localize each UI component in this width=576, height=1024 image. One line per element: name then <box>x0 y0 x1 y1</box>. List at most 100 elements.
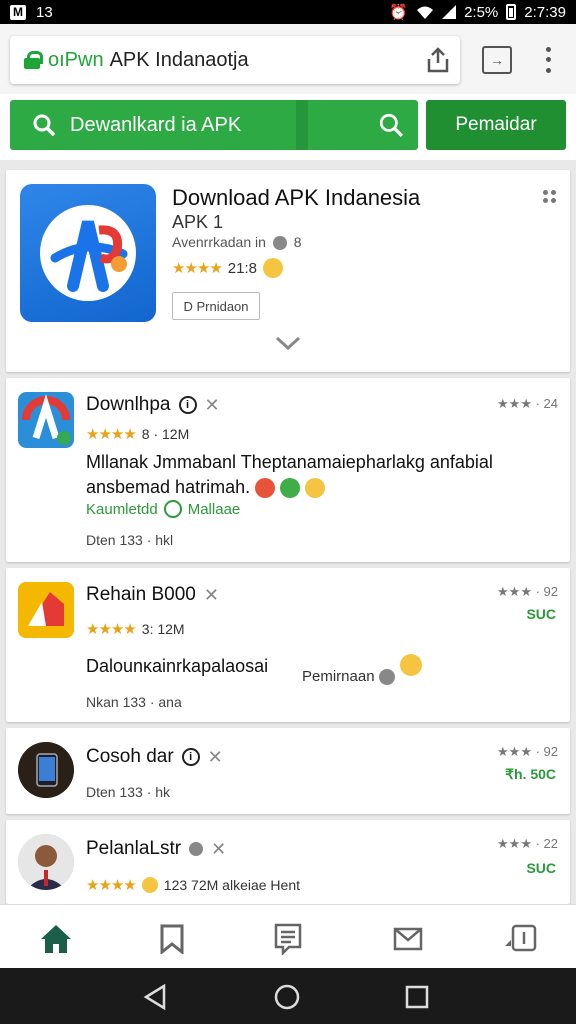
app-icon <box>18 742 74 798</box>
emoji-icon <box>378 668 395 685</box>
back-button[interactable] <box>140 982 170 1012</box>
app-title: Rehain B000 ✕ <box>86 584 219 606</box>
app-meta: ★★★★ 123 72M alkeiae Hent <box>86 876 300 894</box>
emoji-icon <box>255 478 276 499</box>
mail-icon <box>393 927 423 951</box>
description-text: Dalounĸainrkapalaosai <box>86 656 269 676</box>
close-icon[interactable]: ✕ <box>211 839 226 860</box>
back-icon <box>143 984 166 1010</box>
app-title-text: Downlhpa <box>86 394 171 415</box>
chevron-down-icon[interactable] <box>275 336 301 350</box>
url-bar[interactable]: oıPwn APK Indanaotja <box>10 36 460 84</box>
clock: 2:7:39 <box>524 3 566 21</box>
app-rating: ★★★★ 21:8 <box>172 258 283 278</box>
nav-bookmarks[interactable] <box>152 919 192 959</box>
install-button[interactable]: D Prnidaon <box>172 292 260 320</box>
search-divider <box>296 100 308 150</box>
developer-label: Avenrrkadan in <box>172 234 266 250</box>
app-title: Downlhpa i ✕ <box>86 394 220 416</box>
app-title-text: Rehain B000 <box>86 584 196 605</box>
list-item[interactable]: PelanlaLstr ✕ ★★★ · 22 SUC ★★★★ 123 72M … <box>6 820 570 904</box>
wifi-icon <box>417 6 434 19</box>
close-icon[interactable]: ✕ <box>204 585 219 606</box>
app-footer: Dten 133 · hkl <box>86 532 174 548</box>
rating-stars: ★★★★ <box>86 621 137 638</box>
emoji-icon <box>263 258 283 278</box>
app-footer: Nkan 133 · ana <box>86 694 182 710</box>
home-circle-icon <box>274 984 300 1010</box>
price-label: ₹h. 50C <box>505 766 556 782</box>
recents-button[interactable] <box>402 982 432 1012</box>
app-title: Cosoh dar i ✕ <box>86 746 223 768</box>
search-submit-icon[interactable] <box>378 112 404 138</box>
menu-dot-icon <box>545 68 551 74</box>
menu-dot-icon <box>545 46 551 52</box>
check-icon <box>163 500 182 518</box>
signal-icon <box>442 5 457 19</box>
meta-text: 8 · 12M <box>141 426 190 442</box>
search-input[interactable]: Dewanlkard ia APK <box>10 100 418 150</box>
rating-summary: ★★★ · 22 <box>497 836 558 851</box>
app-tags: Kaumletdd Mallaae <box>86 500 240 518</box>
emoji-icon <box>305 478 326 499</box>
share-button[interactable] <box>424 46 452 74</box>
menu-dot-icon <box>545 57 551 63</box>
home-button[interactable] <box>272 982 302 1012</box>
more-options-icon[interactable] <box>543 190 556 203</box>
nav-home[interactable] <box>36 919 76 959</box>
app-meta: ★★★★ 3: 12M <box>86 620 185 638</box>
share-icon <box>427 47 449 73</box>
emoji-icon <box>280 478 301 499</box>
close-icon[interactable]: ✕ <box>205 395 220 416</box>
browser-toolbar: oıPwn APK Indanaotja → <box>0 24 576 94</box>
url-text: APK Indanaotja <box>109 48 249 71</box>
rating-summary: ★★★ · 92 <box>497 584 558 599</box>
gmail-notification-icon: M <box>10 4 26 20</box>
primary-action-button[interactable]: Pemaidar <box>426 100 566 150</box>
rating-stars: ★★★★ <box>86 877 137 894</box>
overflow-menu-button[interactable] <box>538 44 558 76</box>
app-footer: Dten 133 · hk <box>86 784 171 800</box>
rating-summary: ★★★ · 24 <box>497 396 558 411</box>
nav-messages[interactable] <box>388 919 428 959</box>
tag-left: Kaumletdd <box>86 500 158 518</box>
meta-text: 123 72M alkeiae Hent <box>163 877 300 893</box>
home-icon <box>41 925 71 953</box>
close-icon[interactable]: ✕ <box>208 747 223 768</box>
search-row: Dewanlkard ia APK Pemaidar <box>0 94 576 160</box>
price-label: SUC <box>526 860 556 876</box>
app-subtitle: APK 1 <box>172 212 224 232</box>
nav-feed[interactable] <box>268 919 308 959</box>
app-title: Download APK Indanesia <box>172 185 421 210</box>
info-icon[interactable]: i <box>178 396 197 414</box>
lock-icon <box>24 51 43 69</box>
profile-icon <box>505 924 537 952</box>
battery-icon <box>506 4 517 20</box>
list-item[interactable]: Rehain B000 ✕ ★★★ · 92 SUC ★★★★ 3: 12M D… <box>6 568 570 722</box>
app-store-icon <box>20 184 156 322</box>
search-icon <box>33 114 56 137</box>
bottom-navigation <box>0 904 576 968</box>
notification-count: 13 <box>36 3 53 21</box>
emoji-icon <box>400 654 422 676</box>
description-side: Pemirnaan <box>302 668 395 685</box>
avatar <box>18 834 74 890</box>
tabs-count: → <box>490 52 504 68</box>
status-bar: M 13 ⏰ 2:5% 2:7:39 <box>0 0 576 24</box>
tabs-button[interactable]: → <box>482 46 512 74</box>
info-icon[interactable] <box>189 842 204 856</box>
app-title-text: PelanlaLstr <box>86 838 182 859</box>
search-query: Dewanlkard ia APK <box>70 113 242 136</box>
nav-account[interactable] <box>500 919 540 959</box>
featured-app-card[interactable]: Download APK Indanesia APK 1 Avenrrkadan… <box>6 170 570 372</box>
list-item[interactable]: Downlhpa i ✕ ★★★ · 24 ★★★★ 8 · 12M Mllan… <box>6 378 570 562</box>
developer-badge: 8 <box>293 234 302 250</box>
app-icon <box>18 392 74 448</box>
description-side-text: Pemirnaan <box>302 668 375 685</box>
system-navigation <box>0 968 576 1024</box>
info-icon[interactable]: i <box>181 748 200 766</box>
rating-stars: ★★★★ <box>86 426 137 443</box>
price-label: SUC <box>526 606 556 622</box>
meta-text: 3: 12M <box>141 621 185 637</box>
list-item[interactable]: Cosoh dar i ✕ ★★★ · 92 ₹h. 50C Dten 133 … <box>6 728 570 814</box>
